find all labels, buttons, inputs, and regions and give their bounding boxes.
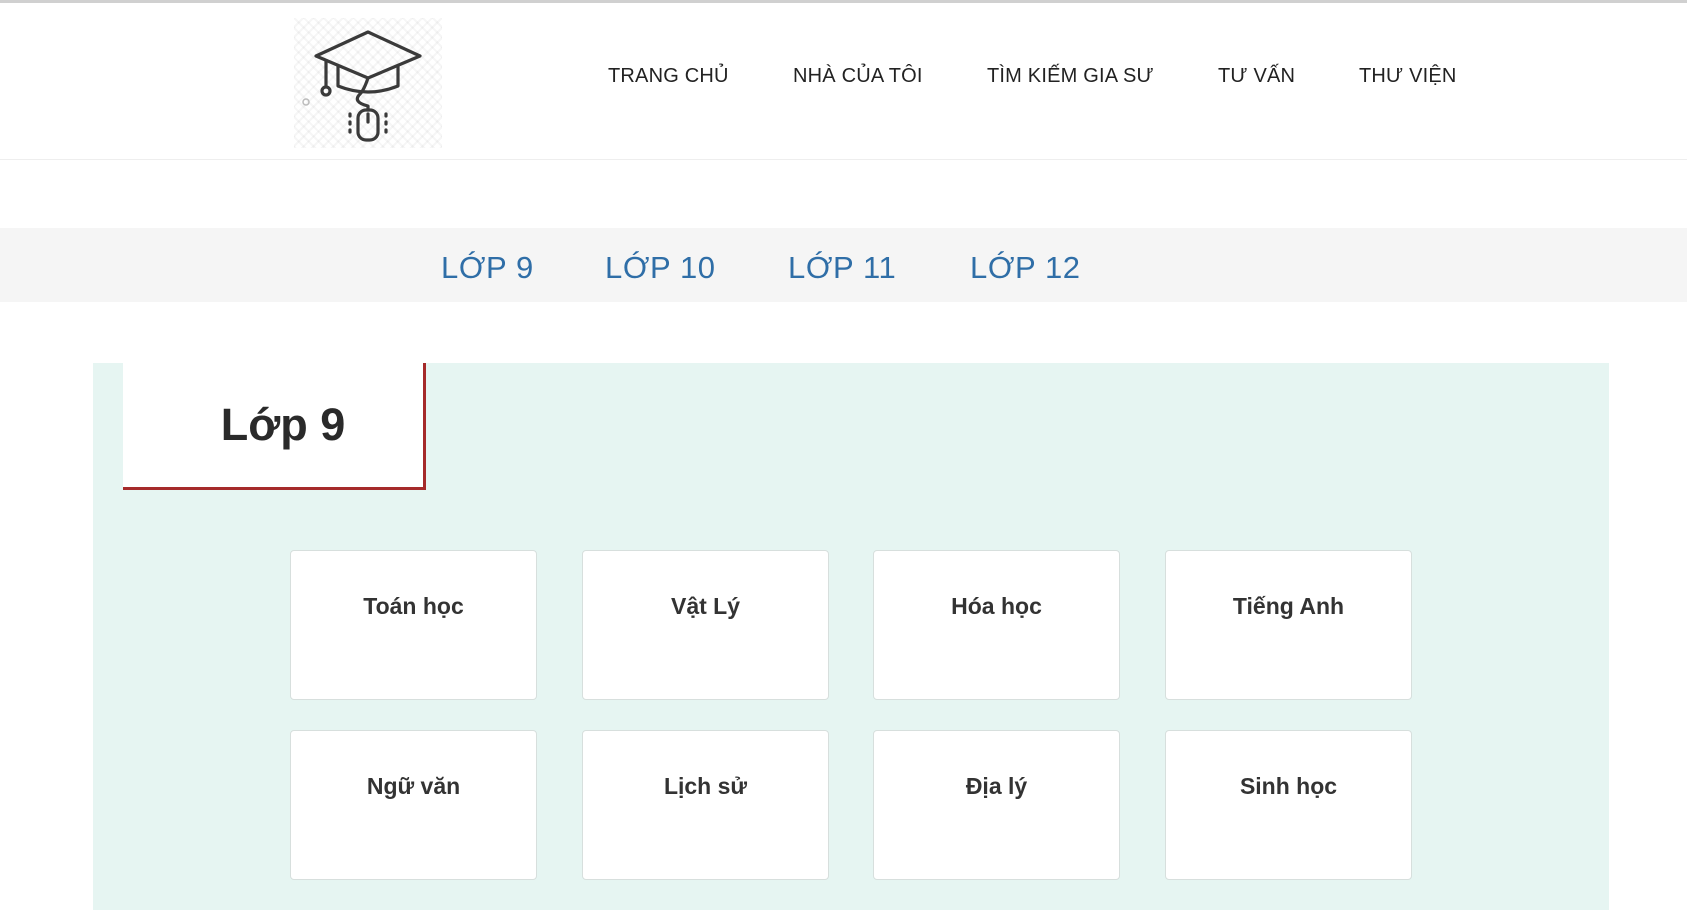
subject-label: Địa lý [965, 773, 1028, 799]
subject-card-hoa-hoc[interactable]: Hóa học [873, 550, 1120, 700]
nav-item-tu-van[interactable]: TƯ VẤN [1218, 61, 1295, 91]
subject-card-sinh-hoc[interactable]: Sinh học [1165, 730, 1412, 880]
subject-panel: Lớp 9 Toán học Vật Lý Hóa học Tiếng Anh … [93, 363, 1609, 910]
graduation-cap-mouse-icon [302, 30, 422, 142]
nav-item-tim-kiem-gia-su[interactable]: TÌM KIẾM GIA SƯ [987, 61, 1154, 91]
subject-card-tieng-anh[interactable]: Tiếng Anh [1165, 550, 1412, 700]
subject-label: Lịch sử [663, 773, 748, 799]
subject-label: Vật Lý [670, 593, 741, 619]
subject-card-toan-hoc[interactable]: Toán học [290, 550, 537, 700]
tab-lop-11[interactable]: LỚP 11 [788, 250, 896, 286]
section-title: Lớp 9 [220, 399, 346, 450]
subject-label: Ngữ văn [366, 773, 461, 799]
tab-lop-9[interactable]: LỚP 9 [441, 250, 534, 286]
subject-card-vat-ly[interactable]: Vật Lý [582, 550, 829, 700]
site-header: TRANG CHỦ NHÀ CỦA TÔI TÌM KIẾM GIA SƯ TƯ… [0, 3, 1687, 160]
site-logo[interactable] [294, 18, 442, 148]
subject-label: Toán học [363, 593, 464, 619]
subject-card-ngu-van[interactable]: Ngữ văn [290, 730, 537, 880]
grade-tabs: LỚP 9 LỚP 10 LỚP 11 LỚP 12 [0, 228, 1687, 302]
section-heading-box: Lớp 9 [123, 363, 426, 490]
tab-lop-12[interactable]: LỚP 12 [970, 250, 1081, 286]
nav-item-thu-vien[interactable]: THƯ VIỆN [1359, 61, 1457, 91]
nav-item-nha-cua-toi[interactable]: NHÀ CỦA TÔI [793, 61, 923, 91]
subject-label: Tiếng Anh [1232, 593, 1345, 619]
subject-card-dia-ly[interactable]: Địa lý [873, 730, 1120, 880]
nav-item-trang-chu[interactable]: TRANG CHỦ [608, 61, 729, 91]
subject-card-lich-su[interactable]: Lịch sử [582, 730, 829, 880]
subject-label: Hóa học [951, 593, 1042, 619]
tab-lop-10[interactable]: LỚP 10 [605, 250, 716, 286]
subject-label: Sinh học [1239, 773, 1338, 799]
